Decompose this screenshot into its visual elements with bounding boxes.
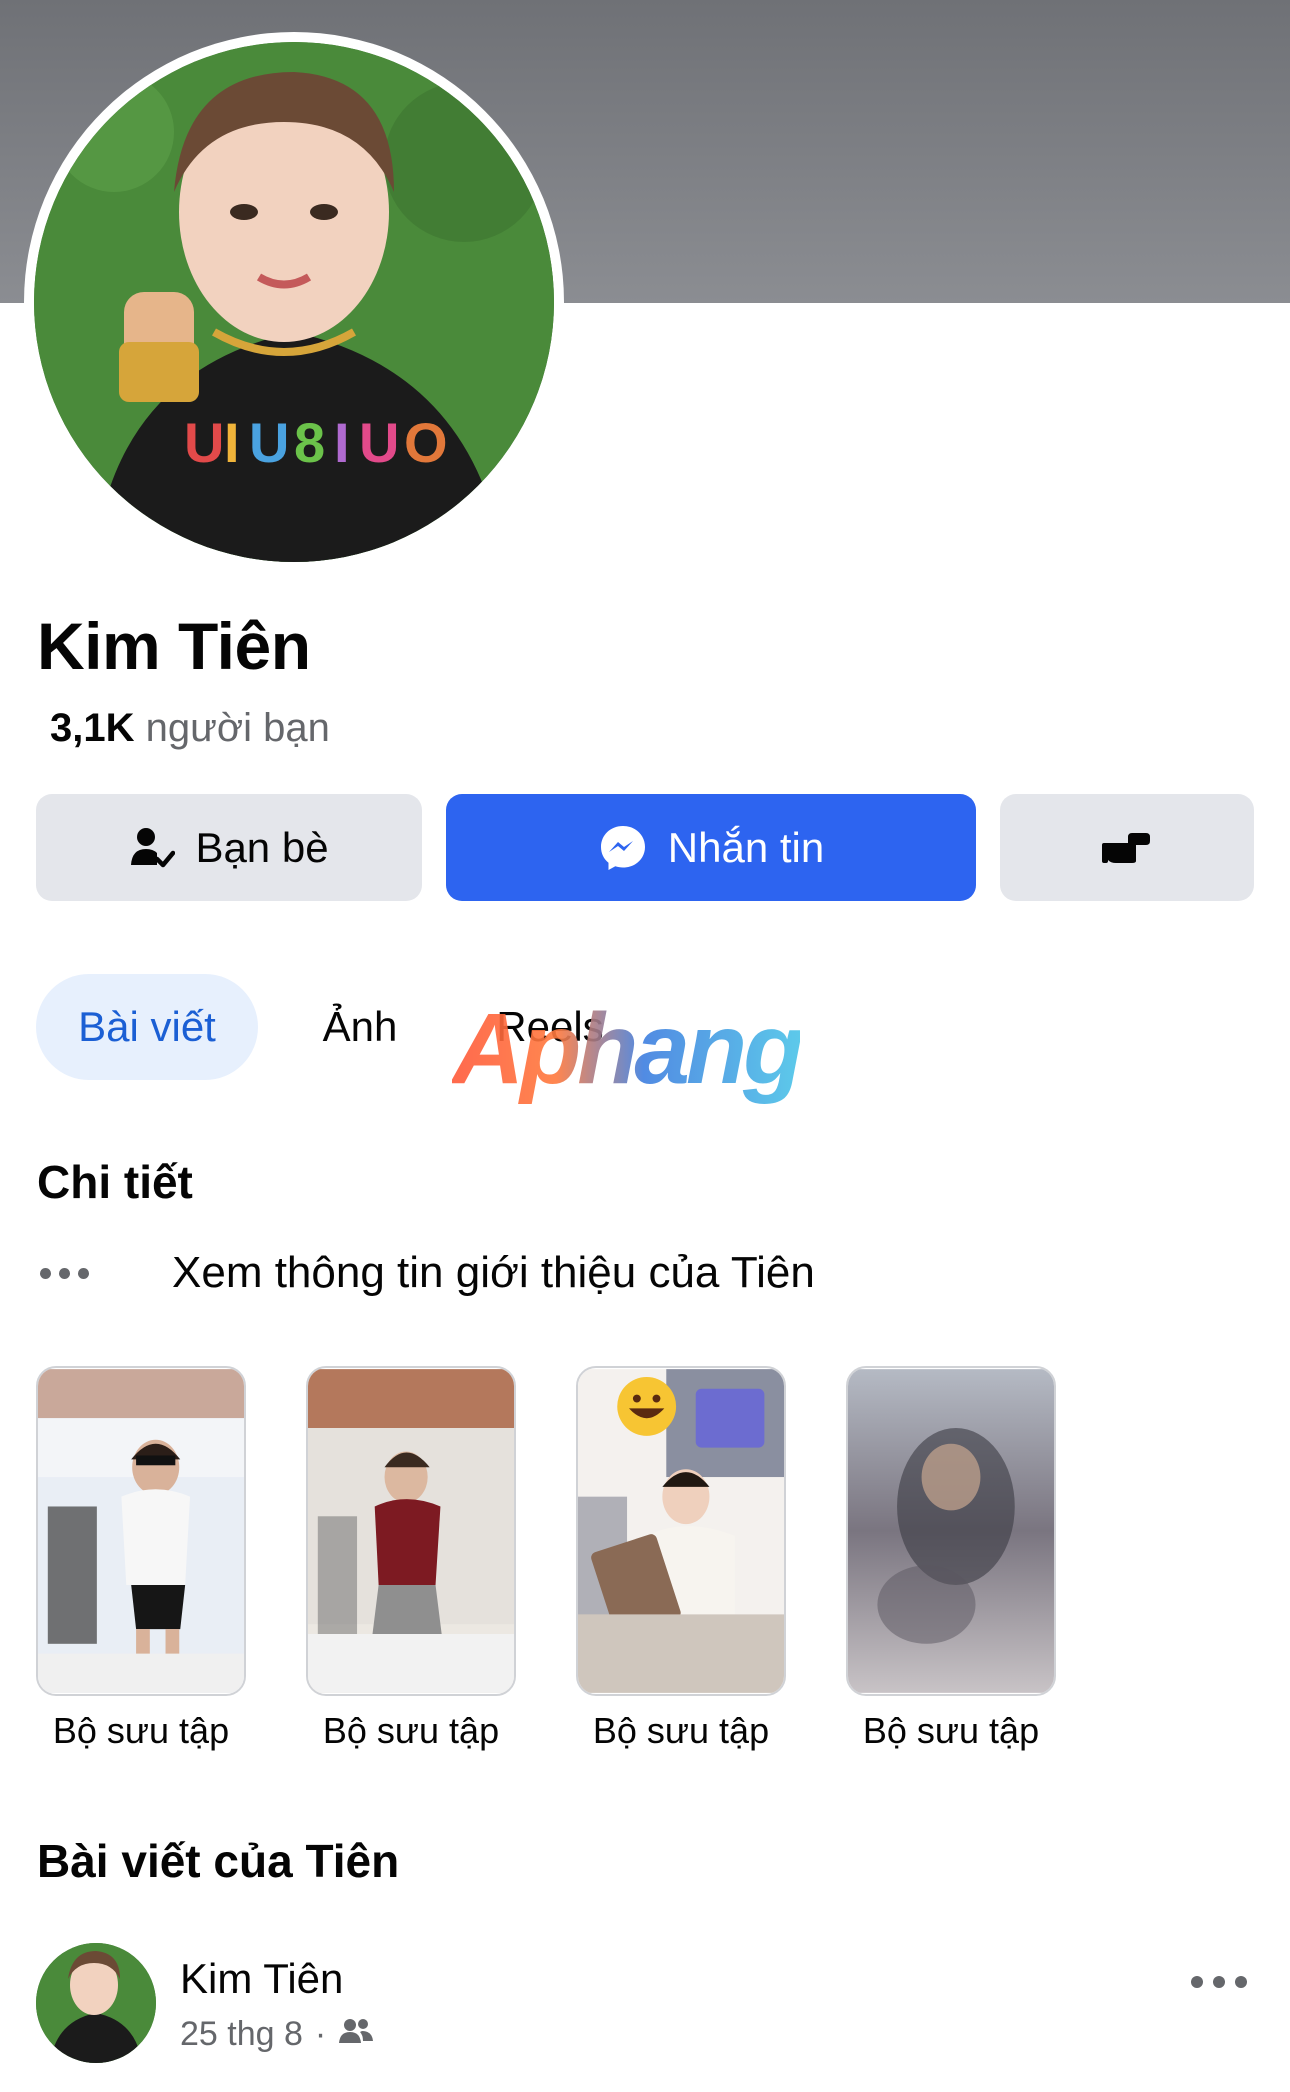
collection-label: Bộ sưu tập [52, 1710, 230, 1751]
collection-thumbnail [576, 1366, 786, 1696]
details-title: Chi tiết [37, 1156, 193, 1208]
poke-button[interactable] [1000, 794, 1254, 901]
collection-item[interactable]: Bộ sưu tập [576, 1366, 786, 1752]
about-link-label: Xem thông tin giới thiệu của Tiên [172, 1248, 815, 1297]
collection-item[interactable]: Bộ sưu tập [306, 1366, 516, 1752]
post-more-icon[interactable] [1184, 1967, 1254, 1997]
message-button[interactable]: Nhắn tin [446, 794, 976, 901]
profile-avatar[interactable]: U I U 8 I U O [34, 42, 554, 562]
message-button-label: Nhắn tin [667, 823, 825, 871]
about-link[interactable]: Xem thông tin giới thiệu của Tiên [40, 1248, 815, 1298]
collection-label: Bộ sưu tập [322, 1710, 500, 1751]
poke-hand-icon [1102, 831, 1152, 865]
collection-thumbnail [846, 1366, 1056, 1696]
collection-thumbnail [306, 1366, 516, 1696]
post-header: Kim Tiên 25 thg 8 · [36, 1943, 1254, 2063]
collection-item[interactable]: Bộ sưu tập [846, 1366, 1056, 1752]
friends-button[interactable]: Bạn bè [36, 794, 422, 901]
svg-text:I: I [334, 411, 350, 474]
svg-text:U: U [184, 411, 224, 474]
posts-title: Bài viết của Tiên [37, 1835, 400, 1887]
friend-count-label: người bạn [145, 706, 330, 750]
friend-check-icon [129, 825, 176, 871]
watermark-logo: Aphang [452, 993, 804, 1105]
post-meta: 25 thg 8 · [180, 2015, 374, 2054]
post-meta-separator: · [314, 2015, 327, 2053]
profile-avatar-image: U I U 8 I U O [34, 42, 554, 562]
collection-item[interactable]: Bộ sưu tập [36, 1366, 246, 1752]
profile-name: Kim Tiên [37, 609, 311, 683]
svg-text:8: 8 [294, 411, 325, 474]
tab-photos[interactable]: Ảnh [300, 974, 420, 1080]
friend-count[interactable]: 3,1K người bạn [50, 706, 330, 751]
svg-text:I: I [224, 411, 240, 474]
post-author-name[interactable]: Kim Tiên [180, 1955, 343, 2003]
friends-audience-icon [338, 2015, 374, 2054]
svg-text:U: U [359, 411, 399, 474]
friend-count-number: 3,1K [50, 706, 135, 750]
post-author-avatar[interactable] [36, 1943, 156, 2063]
svg-text:U: U [249, 411, 289, 474]
collection-label: Bộ sưu tập [862, 1710, 1040, 1751]
messenger-icon [598, 823, 648, 873]
tab-posts[interactable]: Bài viết [36, 974, 258, 1080]
svg-text:O: O [404, 411, 448, 474]
collection-label: Bộ sưu tập [592, 1710, 770, 1751]
more-dots-icon [40, 1267, 130, 1279]
collection-thumbnail [36, 1366, 246, 1696]
featured-collections: Bộ sưu tập Bộ sưu tập Bộ sưu tập Bộ sưu … [36, 1366, 1256, 1766]
friends-button-label: Bạn bè [195, 823, 329, 871]
post-date[interactable]: 25 thg 8 [180, 2015, 303, 2054]
